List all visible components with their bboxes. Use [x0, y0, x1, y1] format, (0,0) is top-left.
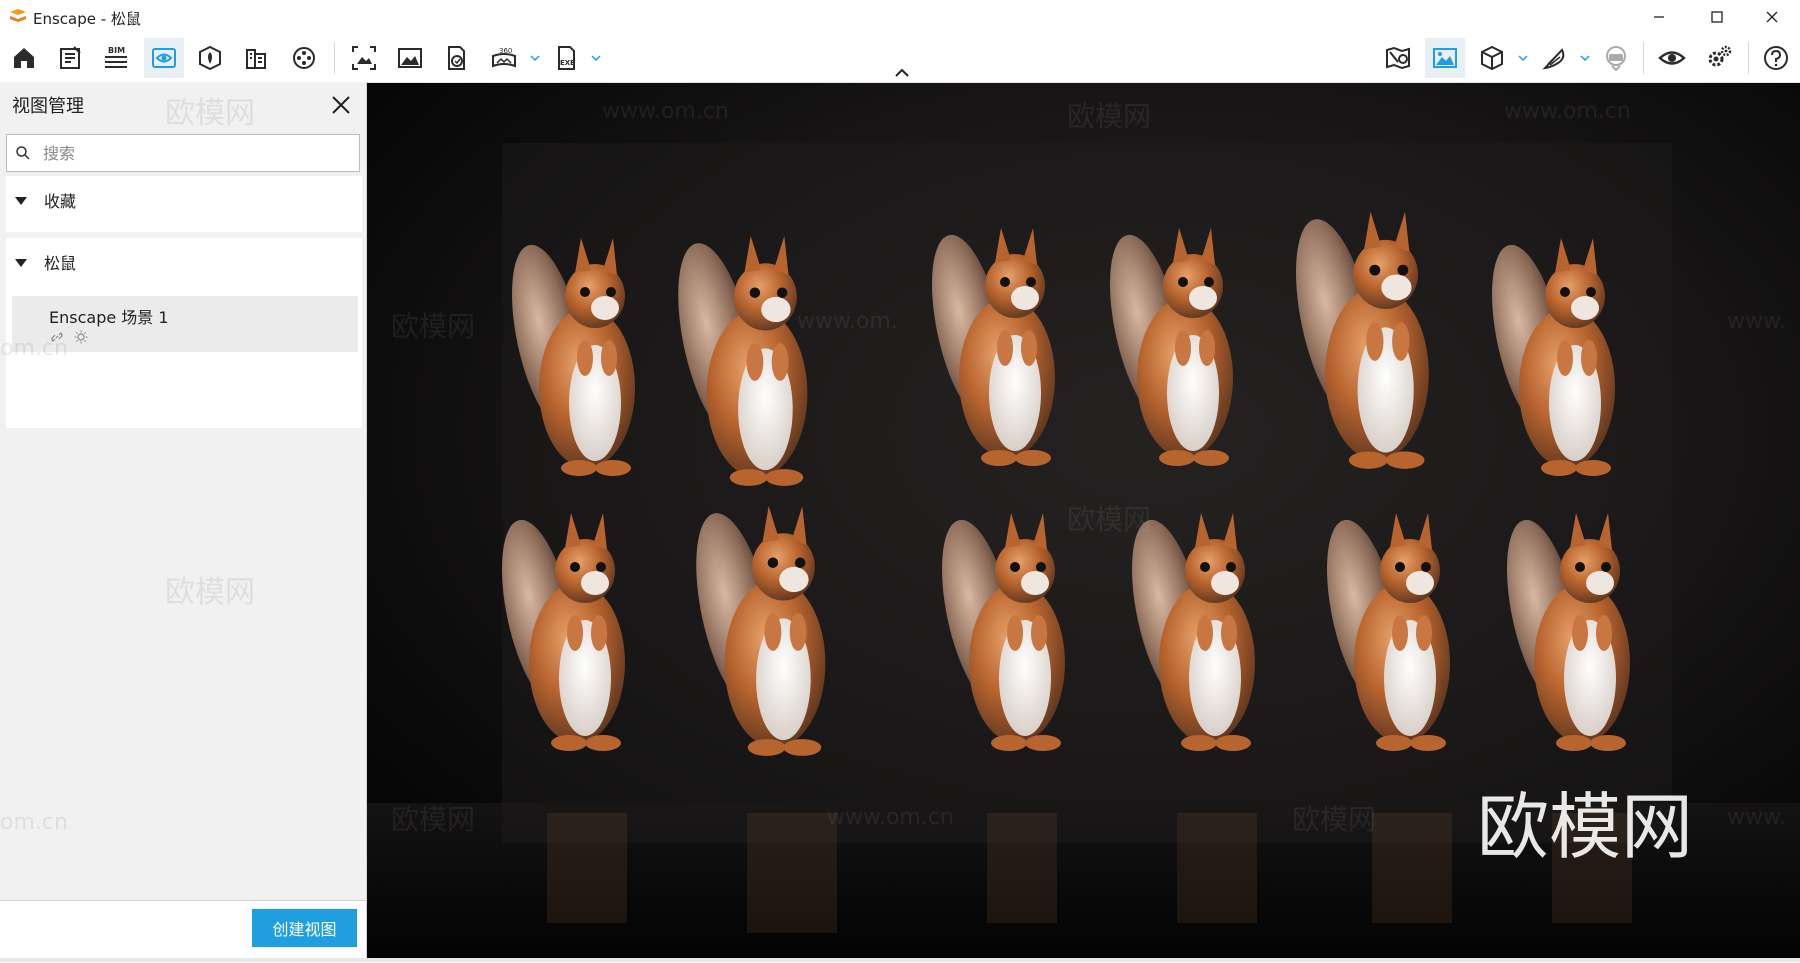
sun-icon — [74, 330, 88, 344]
section-squirrel: 松鼠 Enscape 场景 1 — [6, 238, 362, 428]
watermark: om.cn — [0, 810, 68, 835]
chevron-down-icon — [530, 55, 540, 62]
search-input[interactable] — [43, 135, 353, 171]
watermark: www.om.cn — [827, 805, 954, 830]
search-icon — [16, 146, 30, 160]
settings-button[interactable] — [1699, 38, 1739, 78]
chevron-down-icon — [591, 55, 601, 62]
eye-icon — [1658, 51, 1686, 65]
window-title: Enscape - 松鼠 — [33, 10, 141, 28]
toolbar-separator — [1748, 42, 1749, 74]
feather-dropdown[interactable] — [1578, 51, 1592, 65]
caret-down-icon[interactable] — [14, 258, 28, 268]
map-icon — [1386, 46, 1410, 70]
bim-icon: BIM — [105, 46, 127, 68]
watermark: 欧模网 — [1067, 100, 1152, 133]
exe-export-icon: EXE — [558, 46, 575, 70]
chevron-down-icon — [1518, 55, 1528, 62]
render-image-icon — [398, 48, 422, 68]
view-management-button[interactable] — [144, 38, 184, 78]
panel-footer: 创建视图 — [0, 900, 366, 963]
eye-button[interactable] — [1652, 38, 1692, 78]
minimize-icon — [1654, 16, 1664, 18]
notes-icon — [60, 46, 81, 69]
image-view-icon — [1433, 48, 1457, 68]
svg-text:EXE: EXE — [560, 59, 575, 67]
watermark: www. — [1727, 309, 1786, 334]
help-button[interactable] — [1756, 38, 1796, 78]
watermark: www. — [1727, 805, 1786, 830]
site-context-button[interactable] — [190, 38, 230, 78]
watermark: 欧模网 — [391, 803, 476, 836]
render-360-icon: 360 — [492, 47, 516, 68]
watermark: 欧模网 — [165, 575, 255, 610]
close-panel-icon[interactable] — [330, 94, 352, 116]
exe-export-dropdown[interactable] — [589, 51, 603, 65]
caret-down-icon[interactable] — [14, 196, 28, 206]
cube-icon — [1481, 45, 1503, 71]
feather-button[interactable] — [1534, 38, 1574, 78]
vr-headset-button[interactable] — [1596, 38, 1636, 78]
settings-icon — [1708, 45, 1732, 67]
panorama-button[interactable] — [436, 38, 476, 78]
render-viewport[interactable]: www.om.cn 欧模网 www.om.cn 欧模网 www.om. www.… — [367, 83, 1800, 958]
maximize-button[interactable] — [1690, 0, 1744, 34]
main-watermark: 欧模网 — [1477, 785, 1694, 869]
render-360-button[interactable]: 360 — [484, 38, 524, 78]
view-name: Enscape 场景 1 — [49, 308, 169, 327]
watermark: 欧模网 — [391, 310, 476, 343]
screenshot-icon — [352, 46, 376, 70]
help-icon — [1764, 46, 1788, 70]
close-window-button[interactable] — [1745, 0, 1799, 34]
minimize-button[interactable] — [1632, 0, 1686, 34]
svg-text:BIM: BIM — [108, 46, 125, 55]
home-icon — [14, 48, 34, 68]
home-button[interactable] — [4, 38, 44, 78]
section-favorites: 收藏 — [6, 176, 362, 232]
search-box — [6, 134, 360, 172]
watermark: www.om.cn — [1504, 99, 1631, 124]
view-management-icon — [152, 48, 176, 68]
video-reel-icon — [293, 47, 315, 69]
toolbar-separator — [334, 42, 335, 74]
title-bar: Enscape - 松鼠 — [0, 0, 1800, 34]
feather-icon — [1542, 48, 1565, 70]
screenshot-button[interactable] — [344, 38, 384, 78]
watermark: om.cn — [0, 336, 68, 361]
section-label[interactable]: 松鼠 — [44, 250, 76, 274]
panel-title: 视图管理 — [12, 96, 84, 117]
notes-button[interactable] — [50, 38, 90, 78]
toolbar-separator — [1643, 42, 1644, 74]
vr-headset-icon — [1606, 46, 1626, 72]
close-icon — [1766, 11, 1778, 23]
chevron-down-icon — [1580, 55, 1590, 62]
watermark: 欧模网 — [1292, 803, 1377, 836]
cube-dropdown[interactable] — [1516, 51, 1530, 65]
watermark: 欧模网 — [165, 96, 255, 131]
create-view-button[interactable]: 创建视图 — [252, 909, 357, 947]
site-context-icon — [199, 45, 221, 71]
image-view-button[interactable] — [1425, 38, 1465, 78]
section-label[interactable]: 收藏 — [44, 188, 76, 212]
building-button[interactable] — [236, 38, 276, 78]
render-image-button[interactable] — [390, 38, 430, 78]
window-bottom-edge — [0, 958, 1800, 962]
exe-export-button[interactable]: EXE — [546, 38, 586, 78]
watermark: www.om. — [797, 309, 898, 334]
bim-button[interactable]: BIM — [96, 38, 136, 78]
enscape-logo-icon — [10, 9, 26, 22]
view-management-panel: 视图管理 收藏 松鼠 Enscape 场景 1 欧模网 欧模网 om.cn om… — [0, 82, 367, 963]
render-360-dropdown[interactable] — [528, 51, 542, 65]
video-reel-button[interactable] — [284, 38, 324, 78]
map-button[interactable] — [1378, 38, 1418, 78]
maximize-icon — [1711, 11, 1723, 23]
cube-button[interactable] — [1472, 38, 1512, 78]
collapse-toolbar-icon[interactable] — [892, 66, 912, 80]
watermark: 欧模网 — [1067, 503, 1152, 536]
panorama-icon — [448, 46, 465, 70]
watermark: www.om.cn — [602, 99, 729, 124]
building-icon — [246, 49, 266, 69]
